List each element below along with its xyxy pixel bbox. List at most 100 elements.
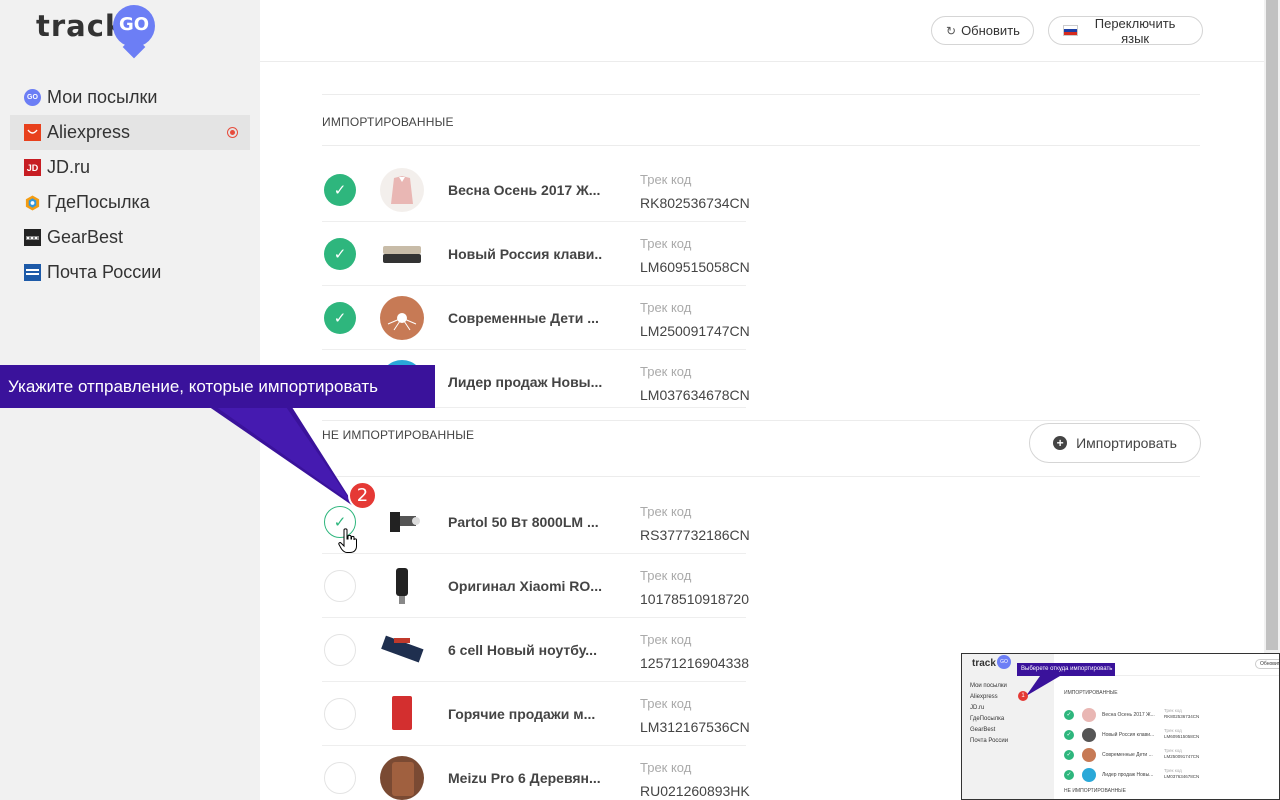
sidebar-item-label: GearBest <box>47 227 124 247</box>
imported-section-title: ИМПОРТИРОВАННЫЕ <box>322 115 454 129</box>
hand-cursor-icon <box>338 528 358 559</box>
list-item[interactable]: ✓ Современные Дети ... Трек код LM250091… <box>322 286 750 350</box>
not-imported-section-title: НЕ ИМПОРТИРОВАННЫЕ <box>322 428 475 442</box>
track-code: RU021260893HK <box>640 783 750 799</box>
preview-step-badge: 1 <box>1018 691 1028 701</box>
switch-language-button[interactable]: Переключить язык <box>1048 15 1203 46</box>
track-code: LM609515058CN <box>640 259 750 275</box>
preview-track-code: LM609515058CN <box>1164 734 1200 739</box>
product-thumbnail <box>380 692 424 736</box>
product-title: Горячие продажи м... <box>448 706 596 722</box>
refresh-button-label: Обновить <box>961 23 1020 38</box>
sidebar-item-label: Мои посылки <box>47 87 158 107</box>
tutorial-tooltip-text: Укажите отправление, которые импортирова… <box>8 376 379 396</box>
preview-tooltip: Выберете откуда импортировать <box>1017 663 1115 676</box>
list-item[interactable]: ✓ Новый Россия клави... Трек код LM60951… <box>322 222 750 286</box>
preview-check-icon: ✓ <box>1064 710 1074 720</box>
scrollbar-thumb[interactable] <box>1266 0 1278 650</box>
preview-check-icon: ✓ <box>1064 770 1074 780</box>
preview-not-imported-title: НЕ ИМПОРТИРОВАННЫЕ <box>1064 788 1126 794</box>
track-code-label: Трек код <box>640 236 692 251</box>
sidebar-nav: GO Мои посылки Aliexpress JD JD.ru ГдеПо… <box>10 80 250 290</box>
track-code: 10178510918720 <box>640 591 750 607</box>
preview-title: Лидер продаж Новы... <box>1102 772 1154 778</box>
selected-checkbox[interactable]: ✓ <box>324 174 356 206</box>
product-title: Meizu Pro 6 Деревян... <box>448 770 601 786</box>
sidebar-item-label: Почта России <box>47 262 162 282</box>
preview-list-item: ✓ Лидер продаж Новы... Трек код LM0376346… <box>1064 766 1204 786</box>
divider <box>322 145 1200 146</box>
divider <box>322 420 1200 421</box>
preview-track-label: Трек код <box>1164 748 1182 753</box>
track-code-label: Трек код <box>640 696 692 711</box>
product-thumbnail <box>380 756 424 800</box>
track-code: 12571216904338 <box>640 655 750 671</box>
product-thumbnail <box>380 232 424 276</box>
track-code: LM250091747CN <box>640 323 750 339</box>
list-item[interactable]: Meizu Pro 6 Деревян... Трек код RU021260… <box>322 746 750 800</box>
preview-track: Трек код LM037634678CN <box>1164 768 1199 780</box>
preview-track-code: LM250091747CN <box>1164 754 1200 759</box>
unselected-checkbox[interactable] <box>324 570 356 602</box>
unselected-checkbox[interactable] <box>324 762 356 794</box>
switch-language-label: Переключить язык <box>1094 15 1176 46</box>
preview-track-label: Трек код <box>1164 768 1182 773</box>
selected-checkbox[interactable]: ✓ <box>324 238 356 270</box>
tutorial-tooltip: Укажите отправление, которые импортирова… <box>0 365 435 408</box>
aliexpress-icon <box>24 124 41 141</box>
product-thumbnail <box>380 296 424 340</box>
sidebar-item-aliexpress[interactable]: Aliexpress <box>10 115 250 150</box>
trackgo-pin-icon: GO <box>24 89 41 106</box>
sidebar-item-gdeposylka[interactable]: ГдеПосылка <box>10 185 250 220</box>
product-title: Оригинал Xiaomi RO... <box>448 578 602 594</box>
gearbest-icon <box>24 229 41 246</box>
sidebar-item-russian-post[interactable]: Почта России <box>10 255 250 290</box>
track-code: LM037634678CN <box>640 387 750 403</box>
refresh-button[interactable]: ↻ Обновить <box>931 16 1034 45</box>
list-item[interactable]: 6 cell Новый ноутбу... Трек код 12571216… <box>322 618 750 682</box>
import-button[interactable]: + Импортировать <box>1029 423 1201 463</box>
preview-list-item: ✓ Новый Россия клави... Трек код LM609515… <box>1064 726 1204 746</box>
track-code-label: Трек код <box>640 568 692 583</box>
list-item[interactable]: Оригинал Xiaomi RO... Трек код 101785109… <box>322 554 750 618</box>
product-title: Современные Дети ... <box>448 310 599 326</box>
track-code: RS377732186CN <box>640 527 750 543</box>
preview-title: Весна Осень 2017 Ж... <box>1102 712 1155 718</box>
list-item[interactable]: ✓ Весна Осень 2017 Ж... Трек код RK80253… <box>322 158 750 222</box>
preview-thumbnail <box>1082 748 1096 762</box>
logo-text: track <box>36 9 126 43</box>
list-item[interactable]: ✓ Partol 50 Вт 8000LM ... Трек код RS377… <box>322 490 750 554</box>
sidebar-item-label: JD.ru <box>47 157 91 177</box>
track-code-label: Трек код <box>640 760 692 775</box>
unselected-checkbox[interactable] <box>324 698 356 730</box>
active-indicator-icon <box>227 127 238 138</box>
preview-thumbnail <box>1082 708 1096 722</box>
plus-icon: + <box>1053 436 1068 450</box>
step-preview-thumbnail[interactable]: track GO Мои посылки Aliexpress JD.ru Гд… <box>961 653 1280 800</box>
list-item[interactable]: Горячие продажи м... Трек код LM31216753… <box>322 682 750 746</box>
track-code: RK802536734CN <box>640 195 750 211</box>
preview-track-code: LM037634678CN <box>1164 774 1200 779</box>
preview-track-code: RK802536734CN <box>1164 714 1200 719</box>
selected-checkbox[interactable]: ✓ <box>324 302 356 334</box>
sidebar-item-label: Aliexpress <box>47 122 131 142</box>
sidebar-item-label: ГдеПосылка <box>47 192 150 212</box>
product-thumbnail <box>380 564 424 608</box>
product-thumbnail <box>380 628 424 672</box>
sidebar-item-jd[interactable]: JD JD.ru <box>10 150 250 185</box>
sidebar-item-my-parcels[interactable]: GO Мои посылки <box>10 80 250 115</box>
preview-track-label: Трек код <box>1164 708 1182 713</box>
product-title: Новый Россия клави... <box>448 246 603 262</box>
refresh-icon: ↻ <box>946 23 957 38</box>
divider <box>322 476 1200 477</box>
product-title: Весна Осень 2017 Ж... <box>448 182 601 198</box>
track-code-label: Трек код <box>640 632 692 647</box>
preview-thumbnail <box>1082 768 1096 782</box>
sidebar-item-gearbest[interactable]: GearBest <box>10 220 250 255</box>
track-code-label: Трек код <box>640 504 692 519</box>
preview-list-item: ✓ Весна Осень 2017 Ж... Трек код RK802536… <box>1064 706 1204 726</box>
russian-post-icon <box>24 264 41 281</box>
product-thumbnail <box>380 500 424 544</box>
unselected-checkbox[interactable] <box>324 634 356 666</box>
product-title: Лидер продаж Новы... <box>448 374 603 390</box>
